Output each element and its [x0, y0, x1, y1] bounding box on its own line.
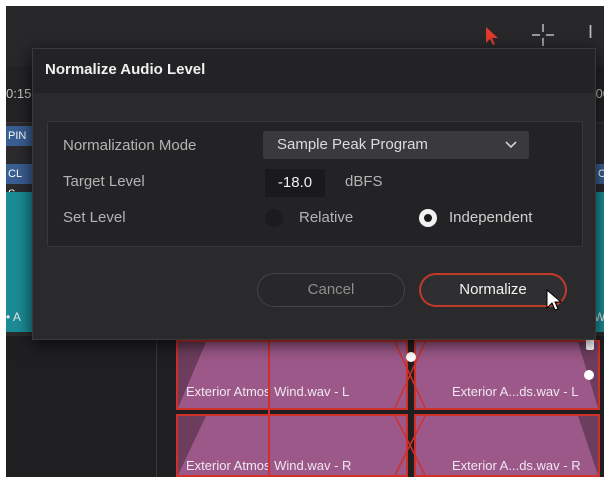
- track-divider: [156, 336, 157, 477]
- normalization-mode-value: Sample Peak Program: [277, 136, 428, 153]
- track-tab-2: CL S: [6, 164, 32, 200]
- text-cursor-icon[interactable]: I: [588, 22, 593, 43]
- clip-label-left: • A: [6, 310, 21, 324]
- normalization-mode-label: Normalization Mode: [63, 137, 197, 154]
- audio-clip[interactable]: Exterior A...ds.wav - L: [414, 340, 600, 410]
- trim-crosshair-icon[interactable]: [530, 22, 556, 48]
- fade-handle[interactable]: [406, 352, 416, 362]
- cancel-button[interactable]: Cancel: [257, 273, 405, 307]
- track-tab-1: PIN: [6, 126, 32, 146]
- resolve-timeline: I 0:15 :00 PIN CL S CL • A 5.W Exterior …: [6, 6, 604, 477]
- independent-option-label[interactable]: Independent: [449, 209, 532, 226]
- audio-clip-label: Exterior A...ds.wav - L: [452, 384, 579, 399]
- target-level-unit: dBFS: [345, 173, 383, 190]
- normalize-audio-dialog: Normalize Audio Level Normalization Mode…: [32, 48, 596, 340]
- relative-radio[interactable]: [265, 209, 283, 227]
- dialog-title: Normalize Audio Level: [45, 61, 206, 78]
- target-level-label: Target Level: [63, 173, 145, 190]
- chevron-down-icon: [505, 141, 517, 149]
- normalization-mode-dropdown[interactable]: Sample Peak Program: [263, 131, 529, 159]
- audio-clip[interactable]: Exterior A...ds.wav - R: [414, 414, 600, 477]
- timecode-left: 0:15: [6, 86, 32, 101]
- relative-option-label[interactable]: Relative: [299, 209, 353, 226]
- selection-arrow-icon[interactable]: [484, 26, 500, 46]
- audio-clip[interactable]: Exterior Atmos Wind.wav - R: [176, 414, 408, 477]
- keyframe-handle[interactable]: [584, 370, 594, 380]
- audio-clip-label: Exterior A...ds.wav - R: [452, 458, 581, 473]
- target-level-input[interactable]: -18.0: [265, 169, 325, 197]
- set-level-label: Set Level: [63, 209, 126, 226]
- track-tab-right: CL: [596, 164, 604, 184]
- audio-clip[interactable]: Exterior Atmos Wind.wav - L: [176, 340, 408, 410]
- independent-radio[interactable]: [419, 209, 437, 227]
- mouse-cursor-icon: [546, 289, 563, 311]
